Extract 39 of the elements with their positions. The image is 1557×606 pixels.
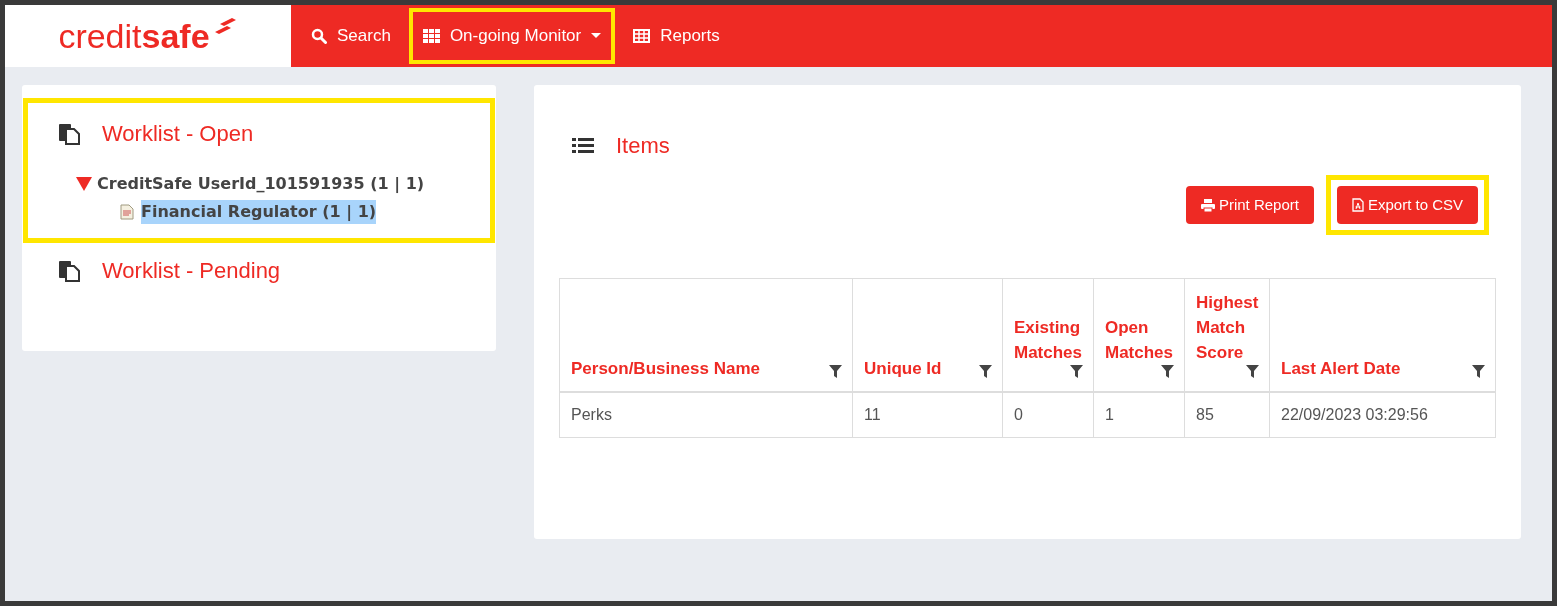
column-header[interactable]: Highest Match Score <box>1184 278 1270 392</box>
table-cell: 0 <box>1002 391 1094 438</box>
filter-icon[interactable] <box>1161 364 1174 378</box>
column-header[interactable]: Person/Business Name <box>559 278 853 392</box>
tree-node[interactable]: CreditSafe UserId_101591935 (1 | 1) <box>97 172 425 196</box>
column-header[interactable]: Existing Matches <box>1002 278 1094 392</box>
filter-icon[interactable] <box>1246 364 1259 378</box>
filter-icon[interactable] <box>1472 364 1485 378</box>
worklist-link[interactable]: Worklist - Pending <box>102 254 281 287</box>
action-button[interactable]: Export to CSV <box>1336 186 1478 224</box>
column-header[interactable]: Open Matches <box>1093 278 1185 392</box>
logo-text: creditsafe <box>58 19 210 53</box>
table-cell: 1 <box>1093 391 1185 438</box>
pdf-file-icon <box>1351 198 1364 212</box>
column-header[interactable]: Unique Id <box>852 278 1003 392</box>
column-header[interactable]: Last Alert Date <box>1269 278 1496 392</box>
filter-icon[interactable] <box>979 364 992 378</box>
worklist-link[interactable]: Worklist - Open <box>102 117 254 150</box>
documents-icon <box>58 122 80 145</box>
table-cell: 11 <box>852 391 1003 438</box>
document-icon <box>120 204 134 220</box>
tree-leaf[interactable]: Financial Regulator (1 | 1) <box>141 200 377 224</box>
table-cell: 85 <box>1184 391 1270 438</box>
nav-link[interactable]: Reports <box>619 8 734 64</box>
action-button[interactable]: Print Report <box>1185 186 1314 224</box>
panel-title: Items <box>616 132 670 160</box>
documents-icon <box>58 259 80 282</box>
printer-icon <box>1200 198 1215 212</box>
nav-link[interactable]: Search <box>297 8 405 64</box>
grid-icon <box>422 29 440 43</box>
list-icon <box>572 137 594 154</box>
filter-icon[interactable] <box>1070 364 1083 378</box>
filter-icon[interactable] <box>829 364 842 378</box>
table-icon <box>633 29 651 43</box>
nav-link[interactable]: On-going Monitor <box>408 8 616 64</box>
table-cell: Perks <box>559 391 853 438</box>
table-cell: 22/09/2023 03:29:56 <box>1269 391 1496 438</box>
search-icon <box>311 28 327 44</box>
expand-triangle-icon[interactable] <box>76 176 92 192</box>
